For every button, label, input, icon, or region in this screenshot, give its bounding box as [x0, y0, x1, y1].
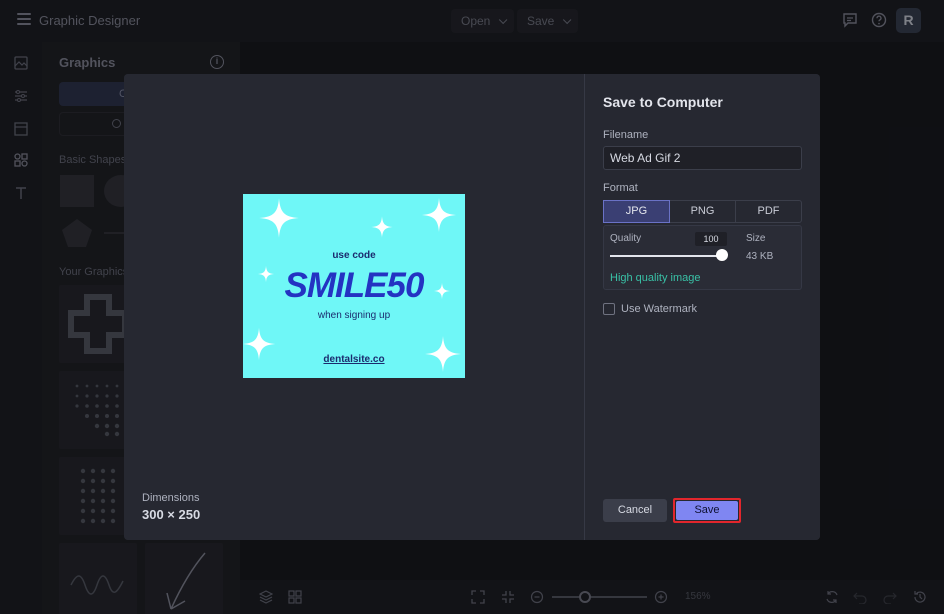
save-button-highlight: Save: [673, 498, 741, 523]
format-jpg-button[interactable]: JPG: [603, 200, 670, 223]
quality-panel: Quality 100 Size 43 KB High quality imag…: [603, 225, 802, 290]
format-pdf-button[interactable]: PDF: [736, 201, 801, 222]
sparkle-icon: [259, 198, 299, 238]
quality-value-input[interactable]: 100: [695, 232, 727, 246]
save-button[interactable]: Save: [676, 501, 738, 520]
watermark-label[interactable]: Use Watermark: [621, 303, 697, 315]
art-line-2: when signing up: [317, 310, 391, 321]
quality-note: High quality image: [610, 272, 701, 284]
size-value: 43 KB: [746, 251, 774, 262]
cancel-button[interactable]: Cancel: [603, 499, 667, 522]
save-to-computer-dialog: use code SMILE50 when signing up dentals…: [124, 74, 820, 540]
quality-label: Quality: [610, 233, 642, 244]
quality-slider-track[interactable]: [610, 255, 724, 257]
art-website: dentalsite.co: [323, 354, 385, 365]
sparkle-icon: [371, 216, 393, 238]
watermark-checkbox[interactable]: [603, 303, 615, 315]
format-label: Format: [603, 182, 638, 194]
format-png-button[interactable]: PNG: [670, 201, 736, 222]
art-line-1: use code: [332, 250, 376, 261]
dimensions-label: Dimensions: [142, 492, 200, 504]
art-headline: SMILE50: [284, 266, 425, 305]
filename-input[interactable]: [603, 146, 802, 170]
design-preview: use code SMILE50 when signing up dentals…: [243, 194, 465, 378]
filename-label: Filename: [603, 129, 649, 141]
sparkle-icon: [421, 197, 457, 233]
preview-pane: use code SMILE50 when signing up dentals…: [124, 74, 584, 540]
size-label: Size: [746, 233, 766, 244]
quality-slider-handle[interactable]: [716, 249, 728, 261]
format-selector: JPG PNG PDF: [603, 200, 802, 223]
dimensions-value: 300 × 250: [142, 507, 201, 522]
save-options-pane: Save to Computer Filename Format JPG PNG…: [585, 74, 820, 540]
dialog-title: Save to Computer: [603, 94, 723, 110]
